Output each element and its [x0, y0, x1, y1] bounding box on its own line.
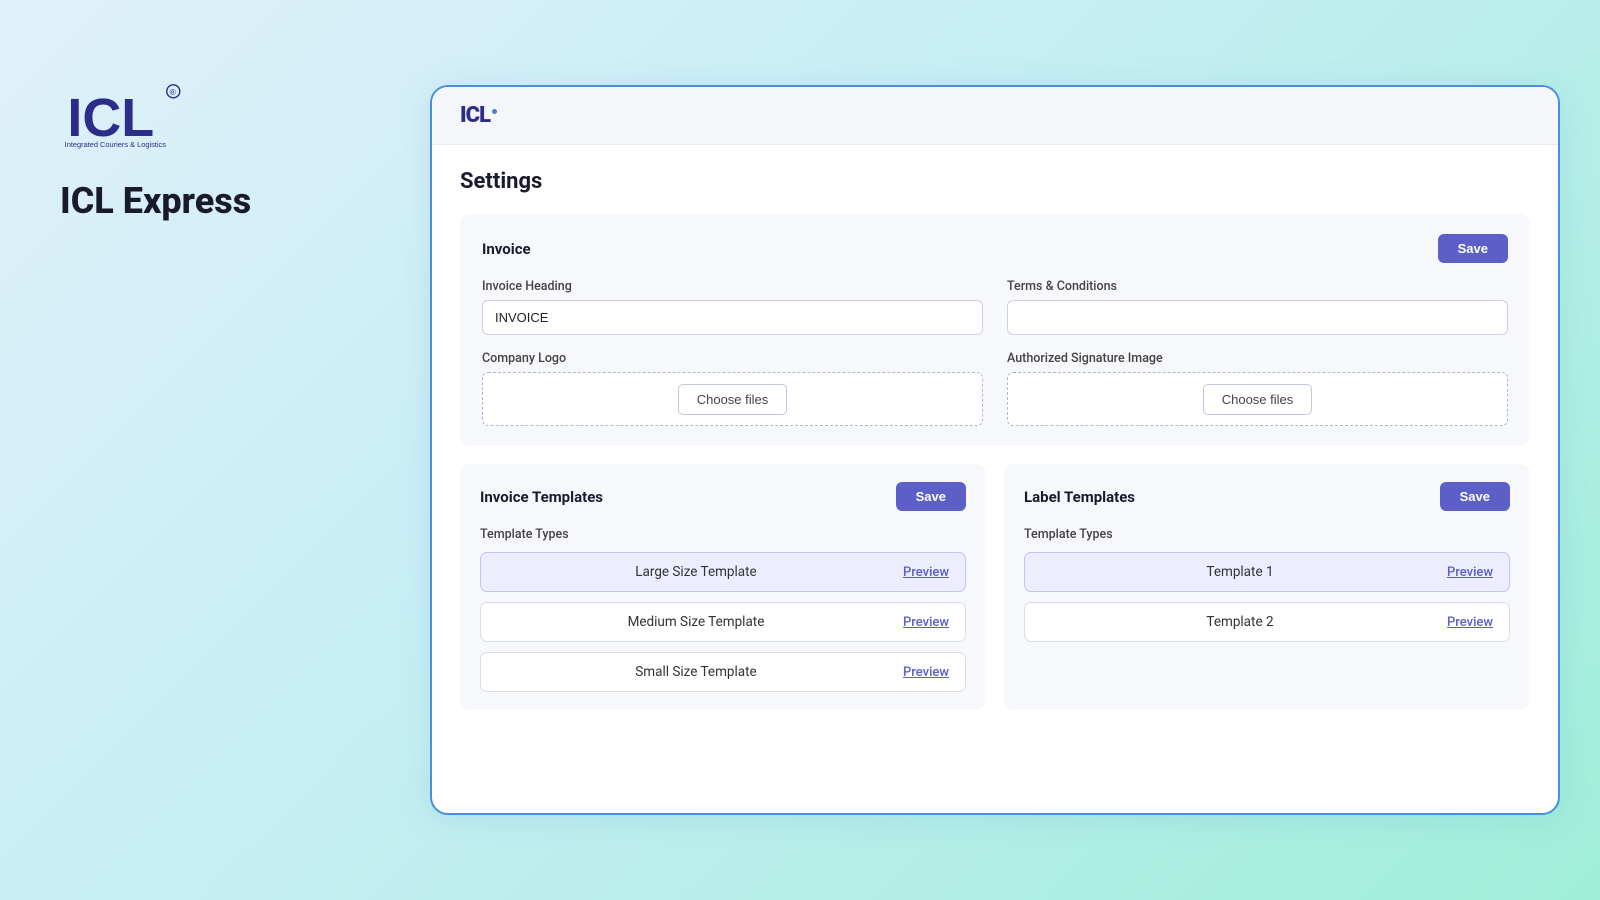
- invoice-section-header: Invoice Save: [482, 234, 1508, 263]
- main-card: ICL Settings Invoice Save Invoice Headin…: [430, 85, 1560, 815]
- card-header: ICL: [432, 87, 1558, 145]
- label-templates-section: Label Templates Save Template Types Temp…: [1004, 464, 1530, 710]
- templates-row: Invoice Templates Save Template Types La…: [460, 464, 1530, 710]
- invoice-section: Invoice Save Invoice Heading Terms & Con…: [460, 214, 1530, 446]
- invoice-template-preview-1[interactable]: Preview: [903, 615, 949, 630]
- invoice-template-item-0[interactable]: Large Size Template Preview: [480, 552, 966, 592]
- invoice-heading-input[interactable]: [482, 300, 983, 335]
- invoice-form-grid: Invoice Heading Terms & Conditions Compa…: [482, 279, 1508, 426]
- logo-container: ICL ® Integrated Couriers & Logistics: [60, 80, 251, 150]
- invoice-template-list: Large Size Template Preview Medium Size …: [480, 552, 966, 692]
- invoice-templates-save-button[interactable]: Save: [896, 482, 966, 511]
- left-panel: ICL ® Integrated Couriers & Logistics IC…: [60, 80, 251, 222]
- invoice-template-label-0: Large Size Template: [497, 564, 895, 580]
- invoice-heading-group: Invoice Heading: [482, 279, 983, 335]
- svg-text:®: ®: [170, 87, 177, 97]
- invoice-template-label-1: Medium Size Template: [497, 614, 895, 630]
- auth-signature-label: Authorized Signature Image: [1007, 351, 1508, 366]
- terms-label: Terms & Conditions: [1007, 279, 1508, 294]
- invoice-template-label-2: Small Size Template: [497, 664, 895, 680]
- invoice-save-button[interactable]: Save: [1438, 234, 1508, 263]
- svg-text:ICL: ICL: [67, 88, 154, 148]
- invoice-template-preview-2[interactable]: Preview: [903, 665, 949, 680]
- label-template-preview-1[interactable]: Preview: [1447, 615, 1493, 630]
- card-body: Settings Invoice Save Invoice Heading Te…: [432, 145, 1558, 734]
- company-logo-group: Company Logo Choose files: [482, 351, 983, 426]
- label-template-preview-0[interactable]: Preview: [1447, 565, 1493, 580]
- app-title: ICL Express: [60, 180, 251, 222]
- company-logo-upload-area: Choose files: [482, 372, 983, 426]
- company-logo-choose-files-button[interactable]: Choose files: [678, 384, 788, 415]
- label-template-label-1: Template 2: [1041, 614, 1439, 630]
- icl-logo: ICL ® Integrated Couriers & Logistics: [60, 80, 190, 150]
- auth-signature-choose-files-button[interactable]: Choose files: [1203, 384, 1313, 415]
- label-templates-header: Label Templates Save: [1024, 482, 1510, 511]
- header-logo: ICL: [460, 103, 497, 128]
- invoice-templates-section: Invoice Templates Save Template Types La…: [460, 464, 986, 710]
- terms-group: Terms & Conditions: [1007, 279, 1508, 335]
- invoice-template-item-2[interactable]: Small Size Template Preview: [480, 652, 966, 692]
- invoice-template-types-label: Template Types: [480, 527, 966, 542]
- auth-signature-upload-area: Choose files: [1007, 372, 1508, 426]
- invoice-templates-title: Invoice Templates: [480, 488, 603, 506]
- auth-signature-group: Authorized Signature Image Choose files: [1007, 351, 1508, 426]
- company-logo-label: Company Logo: [482, 351, 983, 366]
- invoice-template-preview-0[interactable]: Preview: [903, 565, 949, 580]
- label-template-list: Template 1 Preview Template 2 Preview: [1024, 552, 1510, 642]
- label-template-item-1[interactable]: Template 2 Preview: [1024, 602, 1510, 642]
- label-templates-title: Label Templates: [1024, 488, 1135, 506]
- invoice-title: Invoice: [482, 240, 531, 258]
- svg-text:Integrated Couriers & Logistic: Integrated Couriers & Logistics: [65, 140, 167, 149]
- invoice-heading-label: Invoice Heading: [482, 279, 983, 294]
- label-templates-save-button[interactable]: Save: [1440, 482, 1510, 511]
- invoice-template-item-1[interactable]: Medium Size Template Preview: [480, 602, 966, 642]
- terms-input[interactable]: [1007, 300, 1508, 335]
- label-template-item-0[interactable]: Template 1 Preview: [1024, 552, 1510, 592]
- settings-title: Settings: [460, 169, 1530, 194]
- invoice-templates-header: Invoice Templates Save: [480, 482, 966, 511]
- label-template-types-label: Template Types: [1024, 527, 1510, 542]
- label-template-label-0: Template 1: [1041, 564, 1439, 580]
